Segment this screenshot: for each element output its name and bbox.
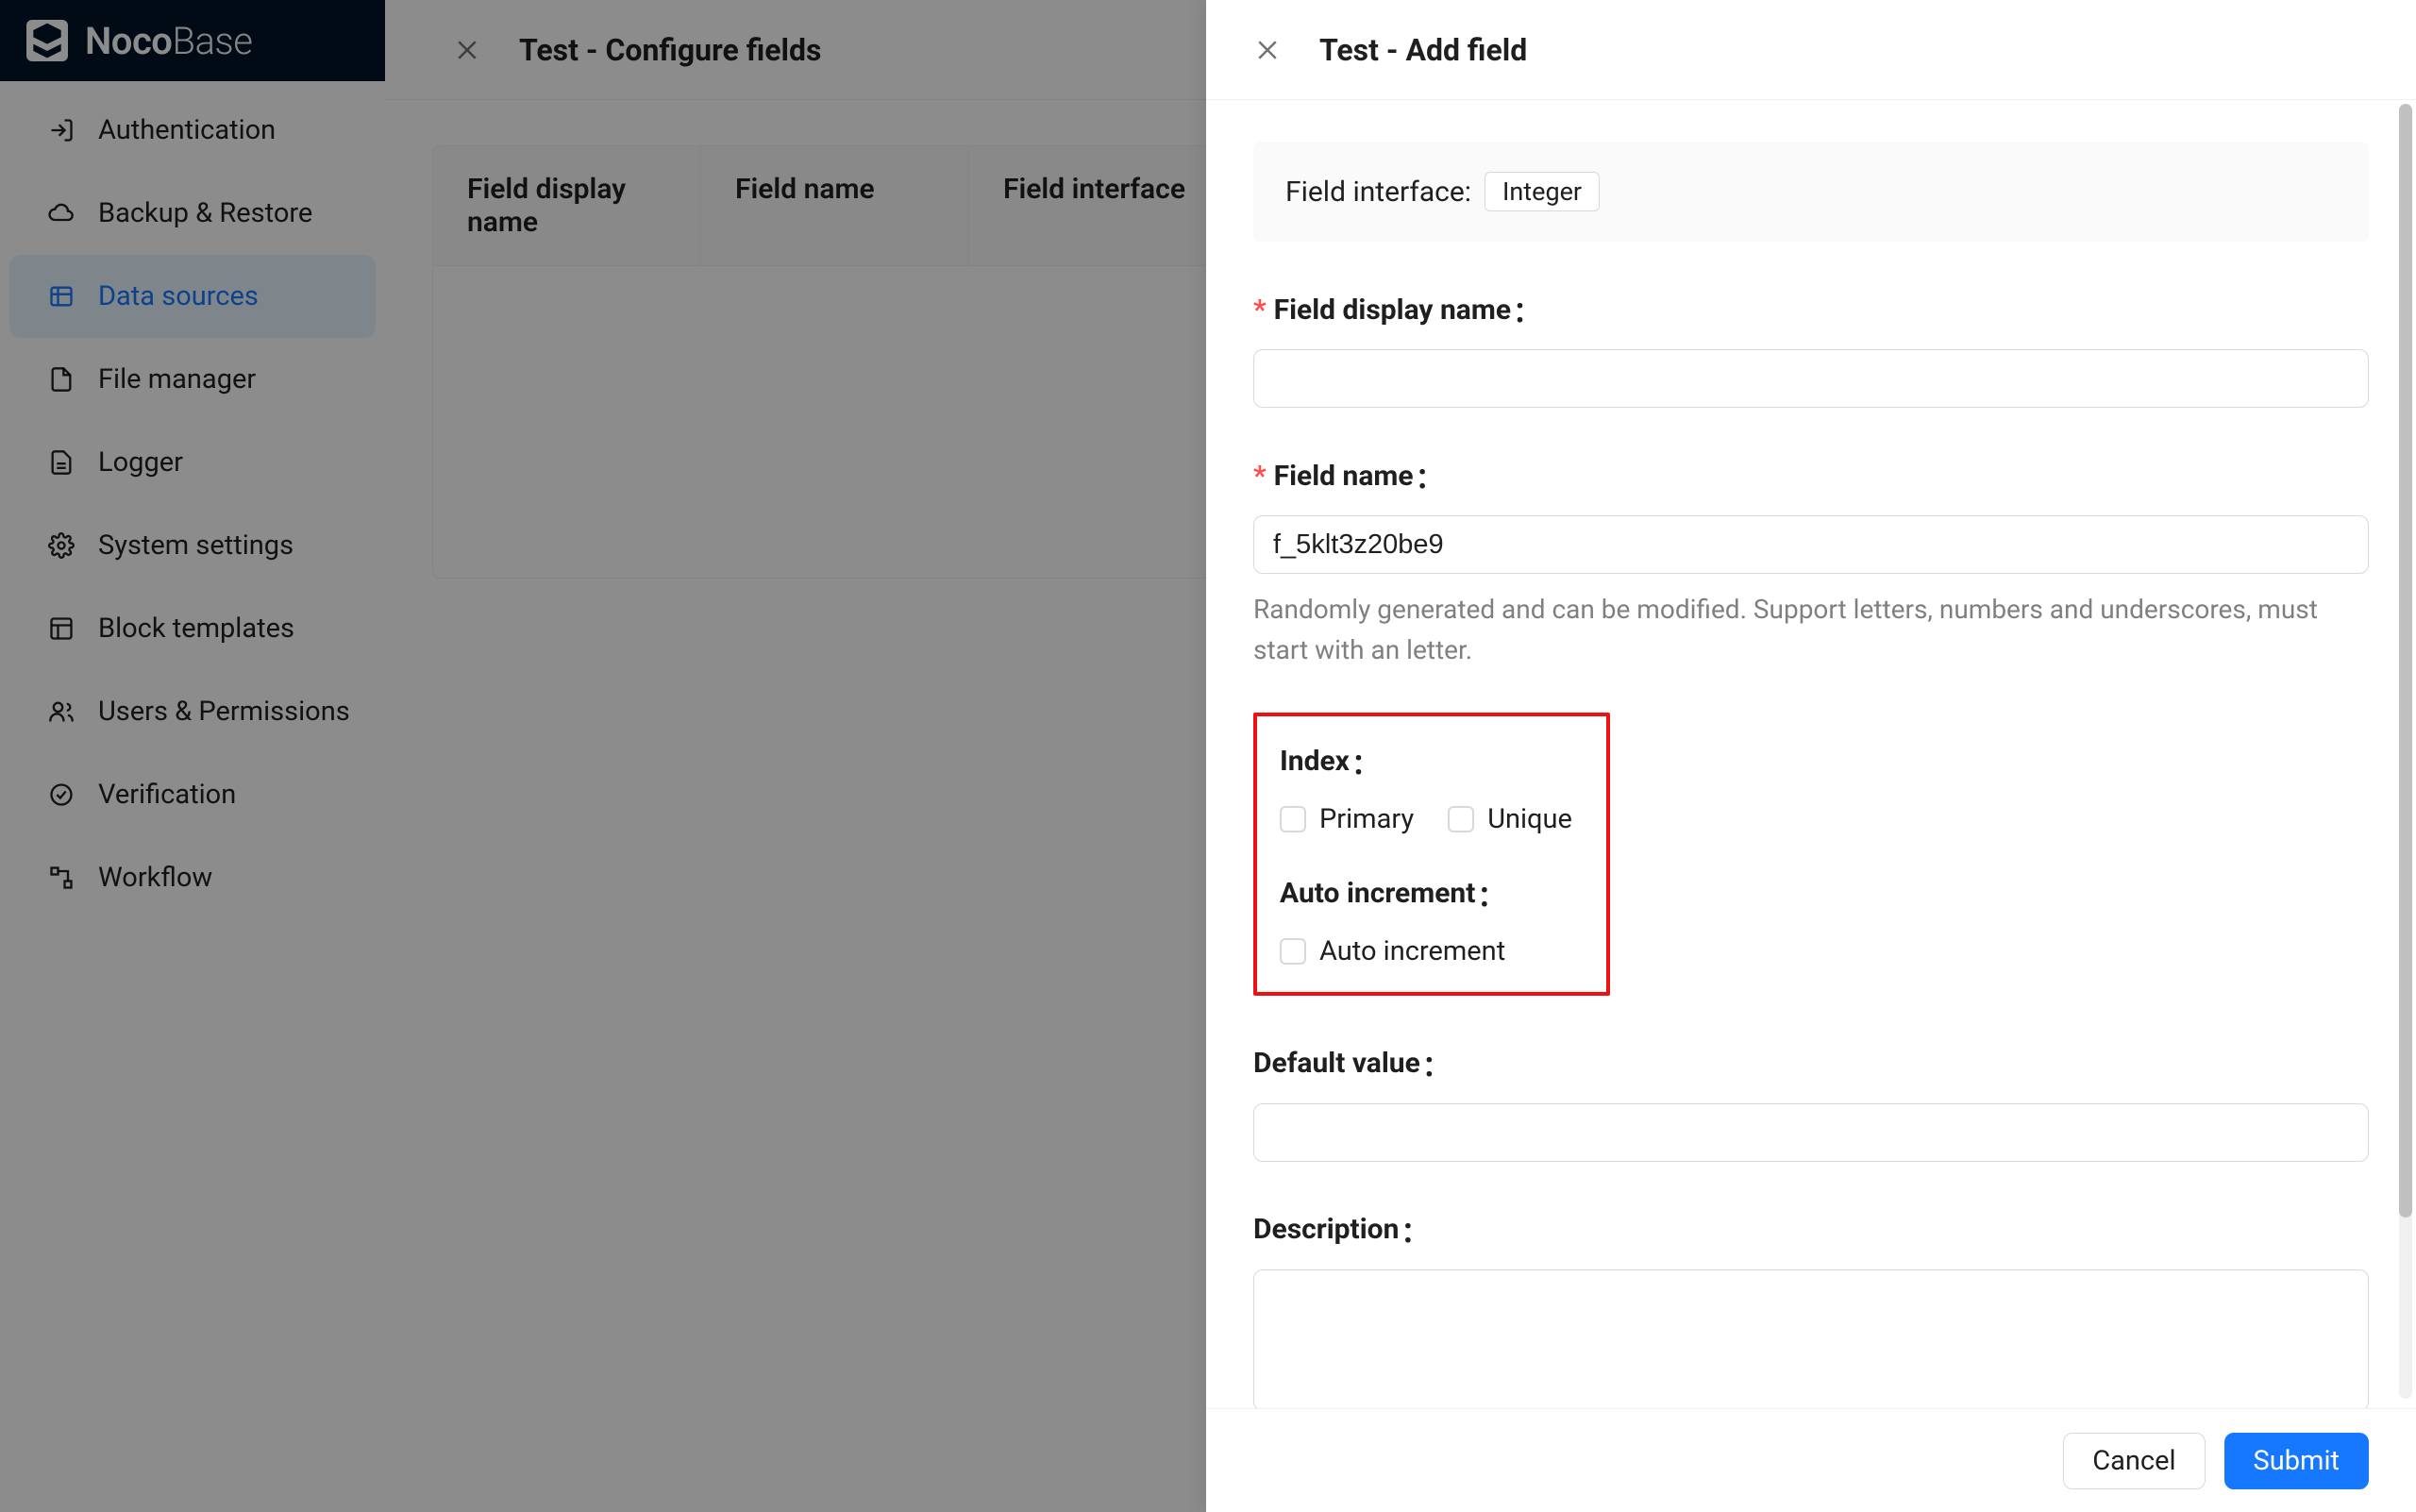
sidebar-item-label: Backup & Restore — [98, 197, 312, 229]
users-icon — [47, 697, 76, 726]
input-default-value[interactable] — [1253, 1103, 2369, 1162]
login-icon — [47, 116, 76, 144]
textarea-description[interactable] — [1253, 1269, 2369, 1408]
database-icon — [47, 282, 76, 311]
check-primary[interactable]: Primary — [1280, 803, 1414, 835]
section-field-name: * Field name： Randomly generated and can… — [1253, 455, 2369, 671]
checkbox-icon — [1280, 938, 1306, 965]
field-interface-tag[interactable]: Integer — [1485, 172, 1600, 211]
check-primary-label: Primary — [1319, 803, 1414, 835]
checkbox-icon — [1448, 806, 1474, 832]
scrollbar[interactable] — [2399, 104, 2412, 1399]
sidebar-item-label: Users & Permissions — [98, 696, 350, 728]
required-asterisk: * — [1253, 460, 1267, 493]
submit-button[interactable]: Submit — [2224, 1433, 2369, 1489]
label-auto-increment: Auto increment： — [1280, 873, 1584, 915]
input-field-name[interactable] — [1253, 515, 2369, 574]
logo-text-bold: Noco — [85, 19, 172, 63]
checkbox-icon — [1280, 806, 1306, 832]
drawer-add-body: Field interface: Integer * Field display… — [1206, 100, 2416, 1408]
section-auto-increment: Auto increment： Auto increment — [1280, 873, 1584, 967]
help-field-name: Randomly generated and can be modified. … — [1253, 589, 2369, 671]
check-icon — [47, 781, 76, 809]
check-auto-increment-label: Auto increment — [1319, 935, 1505, 967]
label-index: Index： — [1280, 741, 1584, 782]
sidebar-item-label: Workflow — [98, 862, 212, 894]
auto-increment-checks: Auto increment — [1280, 935, 1584, 967]
section-index: Index： Primary Unique — [1280, 741, 1584, 835]
sidebar-item-label: Data sources — [98, 280, 259, 312]
cloud-icon — [47, 199, 76, 227]
sidebar-item-label: File manager — [98, 363, 256, 395]
scrollbar-thumb[interactable] — [2399, 104, 2412, 1218]
layout-icon — [47, 614, 76, 643]
cancel-button[interactable]: Cancel — [2063, 1433, 2205, 1489]
drawer-add-footer: Cancel Submit — [1206, 1408, 2416, 1512]
check-unique[interactable]: Unique — [1448, 803, 1572, 835]
col-field-name[interactable]: Field name — [701, 146, 969, 265]
drawer-add-header: Test - Add field — [1206, 0, 2416, 100]
field-interface-box: Field interface: Integer — [1253, 142, 2369, 242]
close-icon[interactable] — [453, 36, 481, 64]
sidebar-item-label: System settings — [98, 529, 294, 562]
field-interface-label: Field interface: — [1285, 176, 1471, 209]
sidebar-item-verification[interactable]: Verification — [9, 753, 376, 836]
drawer-add-field: Test - Add field Field interface: Intege… — [1206, 0, 2416, 1512]
required-asterisk: * — [1253, 294, 1267, 327]
drawer-config-title: Test - Configure fields — [519, 32, 821, 68]
index-checks: Primary Unique — [1280, 803, 1584, 835]
index-autoinc-highlight: Index： Primary Unique Auto increment： — [1253, 713, 1610, 996]
label-default-value: Default value： — [1253, 1043, 2369, 1084]
sidebar-item-data-sources[interactable]: Data sources — [9, 255, 376, 338]
sidebar-item-users-permissions[interactable]: Users & Permissions — [9, 670, 376, 753]
sidebar-item-system-settings[interactable]: System settings — [9, 504, 376, 587]
close-icon[interactable] — [1253, 36, 1282, 64]
sidebar-item-backup-restore[interactable]: Backup & Restore — [9, 172, 376, 255]
sidebar-items: Authentication Backup & Restore Data sourc… — [0, 81, 385, 919]
section-display-name: * Field display name： — [1253, 289, 2369, 408]
sidebar-item-label: Verification — [98, 779, 236, 811]
sidebar-item-workflow[interactable]: Workflow — [9, 836, 376, 919]
check-auto-increment[interactable]: Auto increment — [1280, 935, 1505, 967]
sidebar-item-file-manager[interactable]: File manager — [9, 338, 376, 421]
input-display-name[interactable] — [1253, 349, 2369, 408]
drawer-add-title: Test - Add field — [1319, 32, 1527, 68]
sidebar-item-label: Authentication — [98, 114, 276, 146]
label-display-name: * Field display name： — [1253, 289, 2369, 330]
section-default-value: Default value： — [1253, 1043, 2369, 1162]
sidebar-item-label: Logger — [98, 446, 183, 479]
app-logo[interactable]: NocoBase — [0, 0, 385, 81]
sidebar-item-logger[interactable]: Logger — [9, 421, 376, 504]
sidebar: NocoBase Authentication Backup & Restore D… — [0, 0, 385, 1512]
label-field-name: * Field name： — [1253, 455, 2369, 496]
sidebar-item-authentication[interactable]: Authentication — [9, 89, 376, 172]
gear-icon — [47, 531, 76, 560]
label-description: Description： — [1253, 1209, 2369, 1251]
logo-mark-icon — [26, 20, 68, 61]
workflow-icon — [47, 864, 76, 892]
section-description: Description： — [1253, 1209, 2369, 1408]
sidebar-item-block-templates[interactable]: Block templates — [9, 587, 376, 670]
check-unique-label: Unique — [1487, 803, 1572, 835]
file-icon — [47, 365, 76, 394]
sidebar-item-label: Block templates — [98, 613, 294, 645]
doc-icon — [47, 448, 76, 477]
col-display-name[interactable]: Field display name — [433, 146, 701, 265]
logo-text-light: Base — [172, 19, 252, 63]
